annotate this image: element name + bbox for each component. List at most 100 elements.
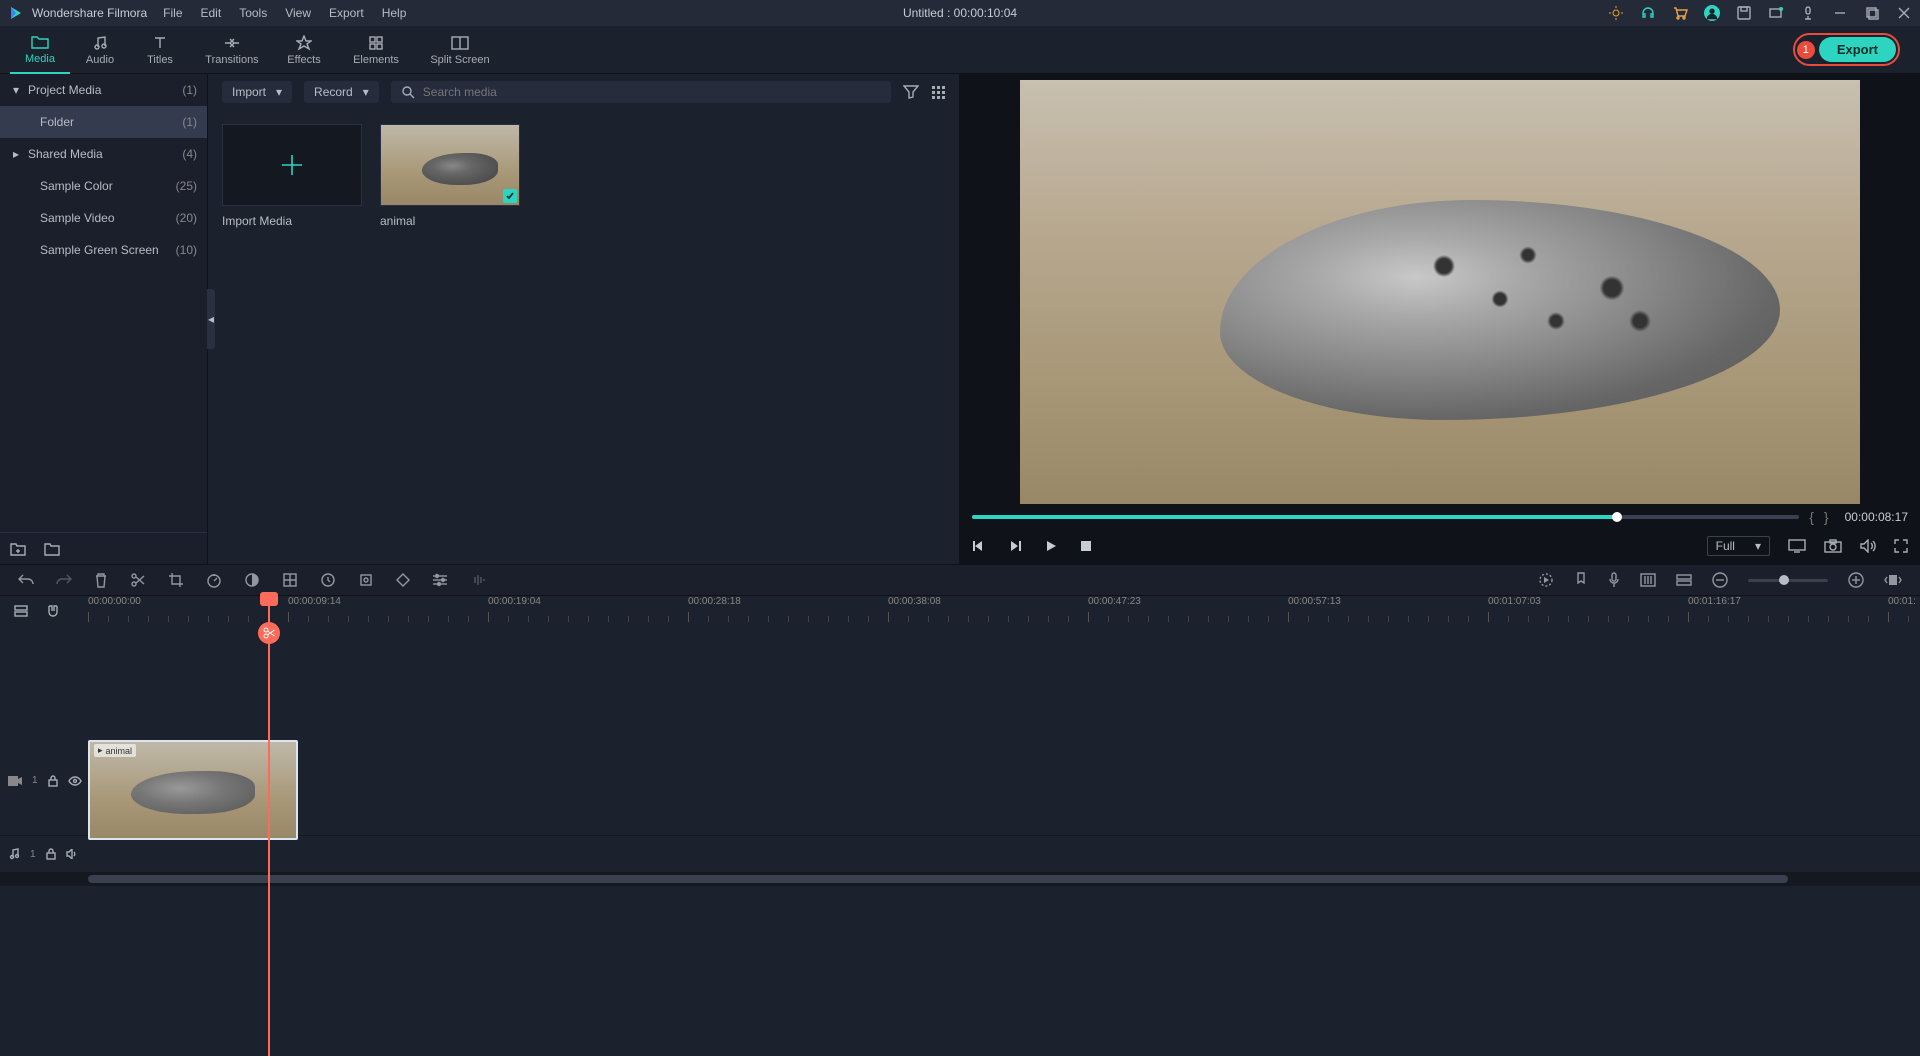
chevron-down-icon: ▾: [363, 85, 369, 99]
search-media[interactable]: [391, 81, 891, 103]
tab-audio[interactable]: Audio: [70, 26, 130, 74]
folder-icon[interactable]: [44, 542, 60, 556]
maximize-icon[interactable]: [1864, 5, 1880, 21]
display-icon[interactable]: [1788, 539, 1806, 553]
split-icon[interactable]: [130, 572, 146, 588]
ruler-tick: 00:00:57:13: [1288, 596, 1341, 607]
tab-transitions[interactable]: Transitions: [190, 26, 274, 74]
timeline-ruler[interactable]: 00:00:00:0000:00:09:1400:00:19:0400:00:2…: [88, 596, 1920, 626]
add-folder-icon[interactable]: [10, 542, 26, 556]
chevron-down-icon: ▾: [276, 85, 282, 99]
app-name: Wondershare Filmora: [32, 6, 147, 20]
sidebar-item-folder[interactable]: Folder (1): [0, 106, 207, 138]
zoom-slider[interactable]: [1748, 579, 1828, 582]
mark-out-icon[interactable]: }: [1824, 509, 1829, 525]
green-screen-icon[interactable]: [282, 572, 298, 588]
voiceover-icon[interactable]: [1608, 572, 1620, 588]
tab-split-screen[interactable]: Split Screen: [418, 26, 502, 74]
tab-titles[interactable]: Titles: [130, 26, 190, 74]
minimize-icon[interactable]: [1832, 5, 1848, 21]
scissors-icon: [258, 622, 280, 644]
track-header-icon[interactable]: [14, 604, 28, 618]
play-icon: ▸: [98, 745, 103, 756]
notification-icon[interactable]: [1768, 5, 1784, 21]
zoom-fit-icon[interactable]: [1884, 574, 1902, 586]
preview-panel: { } 00:00:08:17 Full▾: [960, 74, 1920, 564]
record-dropdown[interactable]: Record▾: [304, 81, 379, 103]
menu-help[interactable]: Help: [382, 6, 407, 20]
top-tab-bar: Media Audio Titles Transitions Effects E…: [0, 26, 1920, 74]
sidebar-item-project-media[interactable]: ▾ Project Media (1): [0, 74, 207, 106]
sidebar-item-shared-media[interactable]: ▸ Shared Media (4): [0, 138, 207, 170]
timeline-clip-animal[interactable]: ▸animal: [88, 740, 298, 840]
undo-icon[interactable]: [18, 573, 34, 587]
app-logo: [8, 5, 24, 21]
prev-frame-icon[interactable]: [972, 539, 986, 553]
export-button[interactable]: Export: [1819, 37, 1896, 62]
menu-file[interactable]: File: [163, 6, 182, 20]
folder-icon: [31, 33, 49, 51]
timeline-horizontal-scrollbar[interactable]: [0, 872, 1920, 886]
media-panel: ◂ Import▾ Record▾ Import Media animal: [208, 74, 960, 564]
cart-icon[interactable]: [1672, 5, 1688, 21]
grid-view-icon[interactable]: [931, 85, 945, 99]
play-icon[interactable]: [1044, 539, 1058, 553]
search-icon: [401, 85, 415, 99]
step-back-icon[interactable]: [1008, 539, 1022, 553]
keyframe-icon[interactable]: [396, 573, 410, 587]
menu-edit[interactable]: Edit: [201, 6, 222, 20]
crop-icon[interactable]: [168, 572, 184, 588]
lock-icon[interactable]: [48, 775, 58, 787]
tab-media[interactable]: Media: [10, 26, 70, 74]
search-input[interactable]: [423, 85, 881, 99]
eye-icon[interactable]: [68, 776, 82, 786]
import-dropdown[interactable]: Import▾: [222, 81, 292, 103]
redo-icon[interactable]: [56, 573, 72, 587]
media-clip-animal[interactable]: animal: [380, 124, 520, 228]
import-media-card[interactable]: Import Media: [222, 124, 362, 228]
save-icon[interactable]: [1736, 5, 1752, 21]
stop-icon[interactable]: [1080, 540, 1092, 552]
speed-icon[interactable]: [206, 572, 222, 588]
playhead[interactable]: [268, 596, 270, 1056]
filter-icon[interactable]: [903, 85, 919, 99]
sun-icon[interactable]: [1608, 5, 1624, 21]
tab-elements[interactable]: Elements: [334, 26, 418, 74]
sidebar-item-sample-green-screen[interactable]: Sample Green Screen (10): [0, 234, 207, 266]
transitions-icon: [223, 34, 241, 52]
sidebar-item-sample-color[interactable]: Sample Color (25): [0, 170, 207, 202]
delete-icon[interactable]: [94, 572, 108, 588]
menu-export[interactable]: Export: [329, 6, 364, 20]
zoom-in-icon[interactable]: [1848, 572, 1864, 588]
menu-tools[interactable]: Tools: [239, 6, 267, 20]
snapshot-icon[interactable]: [1824, 539, 1842, 553]
fullscreen-icon[interactable]: [1894, 539, 1908, 553]
menu-view[interactable]: View: [285, 6, 311, 20]
mic-download-icon[interactable]: [1800, 5, 1816, 21]
close-icon[interactable]: [1896, 5, 1912, 21]
magnet-icon[interactable]: [46, 604, 60, 618]
mute-icon[interactable]: [66, 849, 78, 859]
sidebar-item-sample-video[interactable]: Sample Video (20): [0, 202, 207, 234]
track-size-icon[interactable]: [1676, 574, 1692, 586]
color-icon[interactable]: [244, 572, 260, 588]
marker-icon[interactable]: [1574, 572, 1588, 588]
render-icon[interactable]: [1538, 572, 1554, 588]
preview-quality-dropdown[interactable]: Full▾: [1707, 536, 1770, 556]
mark-in-icon[interactable]: {: [1809, 509, 1814, 525]
adjust-icon[interactable]: [432, 573, 448, 587]
user-icon[interactable]: [1704, 5, 1720, 21]
clock-icon[interactable]: [320, 572, 336, 588]
detect-icon[interactable]: [358, 572, 374, 588]
tab-effects[interactable]: Effects: [274, 26, 334, 74]
preview-progress[interactable]: [972, 515, 1799, 519]
volume-icon[interactable]: [1860, 539, 1876, 553]
audio-wave-icon[interactable]: [470, 573, 488, 587]
project-sidebar: ▾ Project Media (1) Folder (1) ▸ Shared …: [0, 74, 208, 564]
preview-video[interactable]: [1020, 80, 1860, 504]
lock-icon[interactable]: [46, 848, 56, 860]
collapse-sidebar-handle[interactable]: ◂: [207, 289, 215, 349]
zoom-out-icon[interactable]: [1712, 572, 1728, 588]
mixer-icon[interactable]: [1640, 573, 1656, 587]
headset-icon[interactable]: [1640, 5, 1656, 21]
